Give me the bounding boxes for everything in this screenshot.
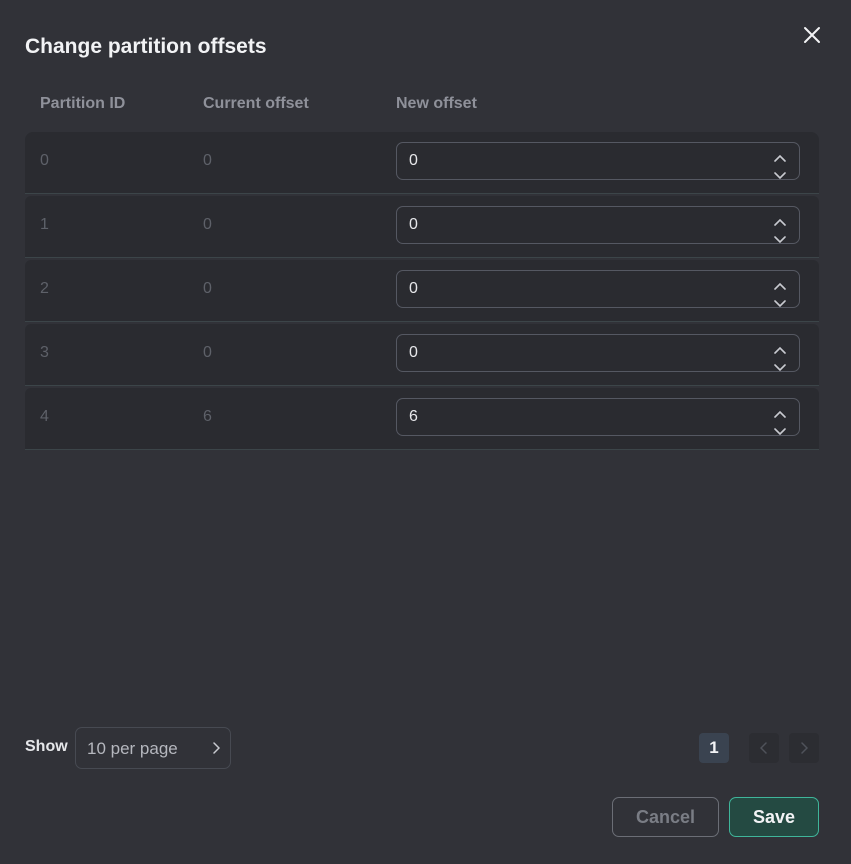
chevron-down-icon[interactable] [774, 231, 786, 249]
current-offset-cell: 0 [203, 280, 212, 297]
chevron-down-icon[interactable] [774, 359, 786, 377]
new-offset-input[interactable]: 6 [396, 398, 800, 436]
current-offset-cell: 0 [203, 216, 212, 233]
offset-stepper[interactable] [773, 341, 787, 372]
save-button[interactable]: Save [729, 797, 819, 837]
change-offsets-dialog: Change partition offsets Partition ID Cu… [0, 0, 851, 864]
chevron-up-icon[interactable] [774, 405, 786, 423]
new-offset-value: 0 [409, 280, 418, 297]
per-page-value: 10 per page [87, 739, 178, 758]
partition-id-cell: 3 [40, 344, 49, 361]
page-button-current[interactable]: 1 [699, 733, 729, 763]
chevron-up-icon[interactable] [774, 213, 786, 231]
table-row: 0 0 0 [25, 132, 819, 194]
partition-id-cell: 0 [40, 152, 49, 169]
chevron-down-icon[interactable] [774, 295, 786, 313]
table-row: 2 0 0 [25, 260, 819, 322]
chevron-up-icon[interactable] [774, 149, 786, 167]
new-offset-input[interactable]: 0 [396, 270, 800, 308]
new-offset-input[interactable]: 0 [396, 206, 800, 244]
partition-id-cell: 2 [40, 280, 49, 297]
prev-page-button[interactable] [749, 733, 779, 763]
dialog-title: Change partition offsets [25, 35, 267, 58]
close-icon [804, 27, 820, 43]
new-offset-input[interactable]: 0 [396, 334, 800, 372]
new-offset-value: 0 [409, 344, 418, 361]
partition-id-cell: 4 [40, 408, 49, 425]
chevron-up-icon[interactable] [774, 277, 786, 295]
table-row: 3 0 0 [25, 324, 819, 386]
table-row: 1 0 0 [25, 196, 819, 258]
current-offset-cell: 0 [203, 152, 212, 169]
chevron-down-icon[interactable] [774, 167, 786, 185]
header-new-offset: New offset [396, 95, 477, 112]
chevron-up-icon[interactable] [774, 341, 786, 359]
offset-stepper[interactable] [773, 277, 787, 308]
table-row: 4 6 6 [25, 388, 819, 450]
show-label: Show [25, 738, 68, 755]
per-page-select[interactable]: 10 per page [75, 727, 231, 769]
next-page-button[interactable] [789, 733, 819, 763]
new-offset-value: 0 [409, 216, 418, 233]
current-offset-cell: 6 [203, 408, 212, 425]
chevron-down-icon[interactable] [774, 423, 786, 441]
offset-stepper[interactable] [773, 149, 787, 180]
cancel-button[interactable]: Cancel [612, 797, 719, 837]
offset-stepper[interactable] [773, 405, 787, 436]
offset-stepper[interactable] [773, 213, 787, 244]
new-offset-input[interactable]: 0 [396, 142, 800, 180]
header-current-offset: Current offset [203, 95, 309, 112]
chevron-left-icon [760, 742, 767, 754]
new-offset-value: 6 [409, 408, 418, 425]
chevron-right-icon [212, 741, 221, 759]
chevron-right-icon [801, 742, 808, 754]
offsets-table: 0 0 0 1 0 0 2 0 0 3 0 0 4 6 6 [25, 132, 819, 452]
current-offset-cell: 0 [203, 344, 212, 361]
new-offset-value: 0 [409, 152, 418, 169]
partition-id-cell: 1 [40, 216, 49, 233]
close-button[interactable] [800, 23, 824, 47]
header-partition-id: Partition ID [40, 95, 126, 112]
